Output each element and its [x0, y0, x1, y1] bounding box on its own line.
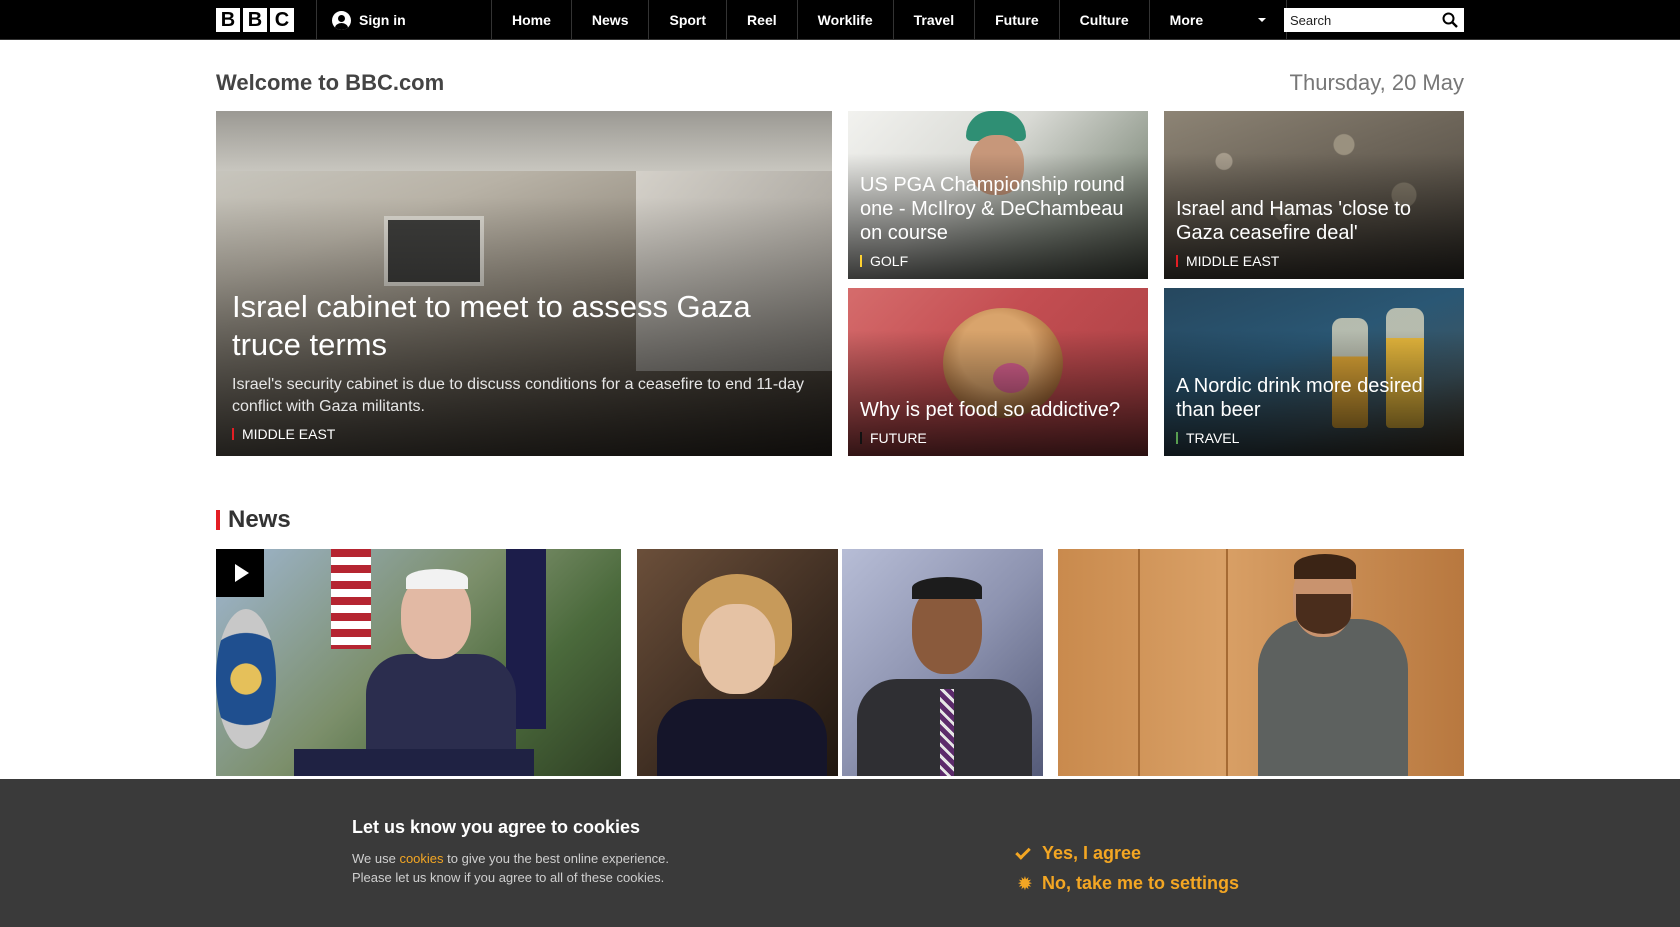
cookie-banner: Let us know you agree to cookies We use …: [0, 779, 1680, 927]
cookie-actions: Yes, I agree ✹ No, take me to settings: [1015, 843, 1239, 903]
story-card-israel-hamas[interactable]: Israel and Hamas 'close to Gaza ceasefir…: [1164, 111, 1464, 279]
agree-label: Yes, I agree: [1042, 843, 1142, 863]
image-detail: [1294, 554, 1356, 579]
card-text: A Nordic drink more desired than beer TR…: [1176, 374, 1452, 446]
hero-text: Israel cabinet to meet to assess Gaza tr…: [232, 288, 816, 442]
tag-label: MIDDLE EAST: [242, 426, 336, 442]
news-image[interactable]: [1058, 549, 1464, 776]
news-image[interactable]: [842, 549, 1043, 776]
tag-label: FUTURE: [870, 430, 927, 446]
sign-in-label: Sign in: [359, 12, 406, 28]
play-button[interactable]: [216, 549, 264, 597]
hero-story[interactable]: Israel cabinet to meet to assess Gaza tr…: [216, 111, 832, 456]
tag-marker: [1176, 432, 1178, 444]
nav-more[interactable]: More: [1148, 0, 1287, 40]
card-tag[interactable]: GOLF: [860, 253, 1136, 269]
card-text: US PGA Championship round one - McIlroy …: [860, 173, 1136, 269]
top-navigation-bar: B B C Sign in Home News Sport Reel Workl…: [0, 0, 1680, 40]
cookie-text-part: Please let us know if you agree to all o…: [352, 870, 665, 885]
section-title: News: [228, 506, 291, 533]
nav-reel[interactable]: Reel: [726, 0, 797, 40]
story-card-pet-food[interactable]: Why is pet food so addictive? FUTURE: [848, 288, 1148, 456]
cookies-link[interactable]: cookies: [399, 851, 443, 866]
story-card-nordic-drink[interactable]: A Nordic drink more desired than beer TR…: [1164, 288, 1464, 456]
current-date: Thursday, 20 May: [1289, 70, 1464, 95]
card-tag[interactable]: MIDDLE EAST: [1176, 253, 1452, 269]
card-tag[interactable]: FUTURE: [860, 430, 1136, 446]
hero-image-detail: [216, 111, 832, 171]
bbc-logo[interactable]: B B C: [216, 8, 294, 32]
sign-in-button[interactable]: Sign in: [332, 0, 406, 40]
card-headline[interactable]: Israel and Hamas 'close to Gaza ceasefir…: [1176, 197, 1452, 245]
nav-worklife[interactable]: Worklife: [796, 0, 893, 40]
tag-label: MIDDLE EAST: [1186, 253, 1280, 269]
tag-label: GOLF: [870, 253, 909, 269]
hero-tag[interactable]: MIDDLE EAST: [232, 426, 816, 442]
news-section-heading[interactable]: News: [216, 506, 291, 534]
tag-marker: [1176, 255, 1178, 267]
settings-button[interactable]: ✹ No, take me to settings: [1016, 873, 1239, 894]
main-nav: Home News Sport Reel Worklife Travel Fut…: [491, 0, 1287, 40]
hero-summary: Israel's security cabinet is due to disc…: [232, 376, 804, 415]
agree-button[interactable]: Yes, I agree: [1015, 843, 1239, 864]
image-detail: [912, 577, 982, 599]
nav-future[interactable]: Future: [974, 0, 1059, 40]
nav-travel[interactable]: Travel: [892, 0, 974, 40]
tag-label: TRAVEL: [1186, 430, 1240, 446]
image-detail: [216, 609, 276, 749]
card-headline[interactable]: US PGA Championship round one - McIlroy …: [860, 173, 1136, 245]
search-box: [1284, 8, 1464, 32]
tag-marker: [232, 428, 234, 440]
image-detail: [294, 749, 534, 776]
logo-letter: C: [270, 8, 294, 32]
card-tag[interactable]: TRAVEL: [1176, 430, 1452, 446]
play-icon: [235, 564, 249, 582]
tag-marker: [860, 432, 862, 444]
check-icon: [1015, 843, 1031, 860]
cookie-description: We use cookies to give you the best onli…: [352, 849, 669, 887]
image-detail: [406, 569, 468, 589]
nav-home[interactable]: Home: [491, 0, 571, 40]
nav-culture[interactable]: Culture: [1058, 0, 1149, 40]
gear-icon: ✹: [1018, 875, 1032, 893]
image-detail: [1296, 594, 1351, 634]
image-detail: [331, 549, 371, 649]
hero-headline[interactable]: Israel cabinet to meet to assess Gaza tr…: [232, 288, 816, 364]
image-detail: [699, 604, 775, 694]
nav-more-label: More: [1169, 12, 1204, 28]
nav-sport[interactable]: Sport: [648, 0, 726, 40]
divider: [316, 0, 317, 40]
image-detail: [1138, 549, 1228, 776]
search-input[interactable]: [1290, 12, 1430, 28]
settings-label: No, take me to settings: [1042, 873, 1240, 893]
card-headline[interactable]: Why is pet food so addictive?: [860, 398, 1136, 422]
tag-marker: [860, 255, 862, 267]
logo-letter: B: [216, 8, 240, 32]
nav-news[interactable]: News: [570, 0, 649, 40]
story-card-golf[interactable]: US PGA Championship round one - McIlroy …: [848, 111, 1148, 279]
logo-letter: B: [243, 8, 267, 32]
cookie-text-part: We use: [352, 851, 400, 866]
card-text: Israel and Hamas 'close to Gaza ceasefir…: [1176, 197, 1452, 269]
section-accent: [216, 510, 220, 530]
news-image-video[interactable]: [216, 549, 621, 776]
cookie-text-part: to give you the best online experience.: [443, 851, 670, 866]
user-icon: [332, 10, 351, 30]
chevron-down-icon: [1257, 18, 1266, 22]
card-headline[interactable]: A Nordic drink more desired than beer: [1176, 374, 1452, 422]
image-detail: [940, 689, 954, 776]
cookie-title: Let us know you agree to cookies: [352, 817, 641, 837]
search-icon[interactable]: [1442, 12, 1458, 28]
image-detail: [1258, 619, 1408, 776]
card-text: Why is pet food so addictive? FUTURE: [860, 398, 1136, 446]
image-detail: [657, 699, 827, 776]
news-image[interactable]: [637, 549, 838, 776]
page-title: Welcome to BBC.com: [216, 70, 445, 95]
